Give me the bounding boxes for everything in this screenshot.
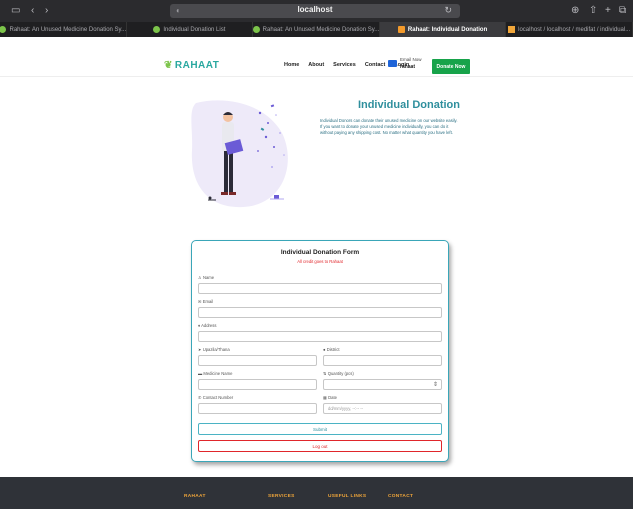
site-navbar xyxy=(0,37,633,77)
contact-label-text: Contact Number xyxy=(202,395,234,400)
pin-icon: ♦ xyxy=(198,323,201,328)
new-tab-icon[interactable]: + xyxy=(605,5,611,17)
back-icon[interactable]: ‹ xyxy=(31,5,34,17)
leaf-favicon-icon xyxy=(253,26,260,33)
site-logo[interactable]: ❦ RAHAAT xyxy=(164,60,219,71)
tab-rahaat-1[interactable]: Rahaat: An Unused Medicine Donation Sy..… xyxy=(0,22,127,37)
stepper-arrows-icon[interactable]: ⇕ xyxy=(433,381,438,389)
leaf-favicon-icon xyxy=(153,26,161,33)
tab-donation-list[interactable]: Individual Donation List xyxy=(127,22,254,37)
contact-label: ✆ Contact Number xyxy=(198,395,233,400)
logout-button[interactable]: Log out xyxy=(198,440,442,452)
date-label-text: Date xyxy=(328,395,337,400)
page-description: Individual Donors can donate their unuse… xyxy=(320,118,458,135)
tab-label: localhost / localhost / medifat / indivi… xyxy=(518,26,631,33)
envelope-icon xyxy=(388,60,397,67)
contact-input[interactable] xyxy=(198,403,317,414)
district-label: ● District xyxy=(323,347,340,352)
upazila-label-text: Upazila/Thana xyxy=(202,347,230,352)
medicine-label: ▬ Medicine Name xyxy=(198,371,232,376)
nav-contact[interactable]: Contact xyxy=(365,62,385,68)
calendar-icon: ▦ xyxy=(323,395,327,400)
district-input[interactable] xyxy=(323,355,442,366)
address-label-text: Address xyxy=(201,323,217,328)
tab-label: Individual Donation List xyxy=(163,26,226,33)
map-marker-icon: ● xyxy=(323,347,326,352)
footer-col-useful-links: USEFUL LINKS xyxy=(328,494,367,499)
tab-label: Rahaat: Individual Donation xyxy=(407,26,488,33)
reload-icon[interactable]: ↻ xyxy=(444,5,452,16)
nav-home[interactable]: Home xyxy=(284,62,299,68)
donate-now-button[interactable]: Donate Now xyxy=(432,59,470,74)
donation-form: Individual Donation Form All credit goes… xyxy=(191,240,449,462)
download-icon[interactable]: ⊕ xyxy=(571,5,579,17)
nav-about[interactable]: About xyxy=(308,62,324,68)
site-footer: RAHAAT SERVICES USEFUL LINKS CONTACT xyxy=(0,477,633,509)
browser-toolbar: ▭ ‹ › ◐ localhost ↻ ⊕ ⇧ + ⧉ xyxy=(0,0,633,22)
leaf-logo-icon: ❦ xyxy=(164,60,173,71)
quantity-stepper[interactable]: ⇕ xyxy=(323,379,442,390)
medicine-label-text: Medicine Name xyxy=(203,371,233,376)
tab-phpmyadmin[interactable]: localhost / localhost / medifat / indivi… xyxy=(506,22,633,37)
address-input[interactable] xyxy=(198,331,442,342)
sort-numeric-icon: ⇅ xyxy=(323,371,327,376)
name-label-text: Name xyxy=(202,275,215,280)
footer-col-services: SERVICES xyxy=(268,494,295,499)
footer-col-rahaat: RAHAAT xyxy=(184,494,206,499)
tab-overview-icon[interactable]: ⧉ xyxy=(619,5,626,17)
footer-col-contact: CONTACT xyxy=(388,494,414,499)
upazila-input[interactable] xyxy=(198,355,317,366)
rahaat-favicon-icon xyxy=(397,26,405,33)
email-label: ✉ Email xyxy=(198,299,213,304)
logo-text: RAHAAT xyxy=(174,60,220,71)
tab-label: Rahaat: An Unused Medicine Donation Sy..… xyxy=(9,26,127,33)
sidebar-toggle-icon[interactable]: ▭ xyxy=(11,5,20,17)
phone-icon: ✆ xyxy=(198,395,202,400)
share-icon[interactable]: ⇧ xyxy=(589,5,597,17)
tab-bar: Rahaat: An Unused Medicine Donation Sy..… xyxy=(0,22,633,37)
quantity-label-text: Quantity (pcs) xyxy=(327,371,354,376)
nav-services[interactable]: Services xyxy=(333,62,356,68)
page-title: Individual Donation xyxy=(357,99,460,111)
date-input[interactable]: dd/mm/yyyy, --:-- -- xyxy=(323,403,442,414)
donation-illustration xyxy=(191,100,288,208)
mail-icon: ✉ xyxy=(198,299,202,304)
address-label: ♦ Address xyxy=(198,323,216,328)
email-contact[interactable]: Email Now rahaat xyxy=(388,57,428,71)
email-value: rahaat xyxy=(400,64,416,70)
quantity-label: ⇅ Quantity (pcs) xyxy=(323,371,354,376)
date-label: ▦ Date xyxy=(323,395,337,400)
medicine-input[interactable] xyxy=(198,379,317,390)
date-placeholder: dd/mm/yyyy, --:-- -- xyxy=(328,406,364,411)
name-label: ♙ Name xyxy=(198,275,214,280)
tab-individual-donation[interactable]: Rahaat: Individual Donation xyxy=(379,22,507,37)
email-label-text: Email xyxy=(202,299,214,304)
district-label-text: District xyxy=(326,347,340,352)
email-label: Email Now xyxy=(400,57,422,62)
location-arrow-icon: ➤ xyxy=(198,347,202,352)
tab-rahaat-2[interactable]: Rahaat: An Unused Medicine Donation Sy..… xyxy=(253,22,380,37)
forward-icon[interactable]: › xyxy=(45,5,48,17)
pills-icon: ▬ xyxy=(198,371,203,376)
email-input[interactable] xyxy=(198,307,442,318)
phpmyadmin-favicon-icon xyxy=(508,26,516,33)
upazila-label: ➤ Upazila/Thana xyxy=(198,347,230,352)
user-icon: ♙ xyxy=(198,275,202,280)
name-input[interactable] xyxy=(198,283,442,294)
tab-label: Rahaat: An Unused Medicine Donation Sy..… xyxy=(262,26,380,33)
submit-button[interactable]: Submit xyxy=(198,423,442,435)
form-subtitle: All credit goes to Rahaat xyxy=(297,259,343,264)
form-title: Individual Donation Form xyxy=(280,249,360,256)
leaf-favicon-icon xyxy=(0,26,7,33)
address-bar[interactable]: ◐ localhost ↻ xyxy=(170,4,460,18)
url-text: localhost xyxy=(297,5,333,14)
